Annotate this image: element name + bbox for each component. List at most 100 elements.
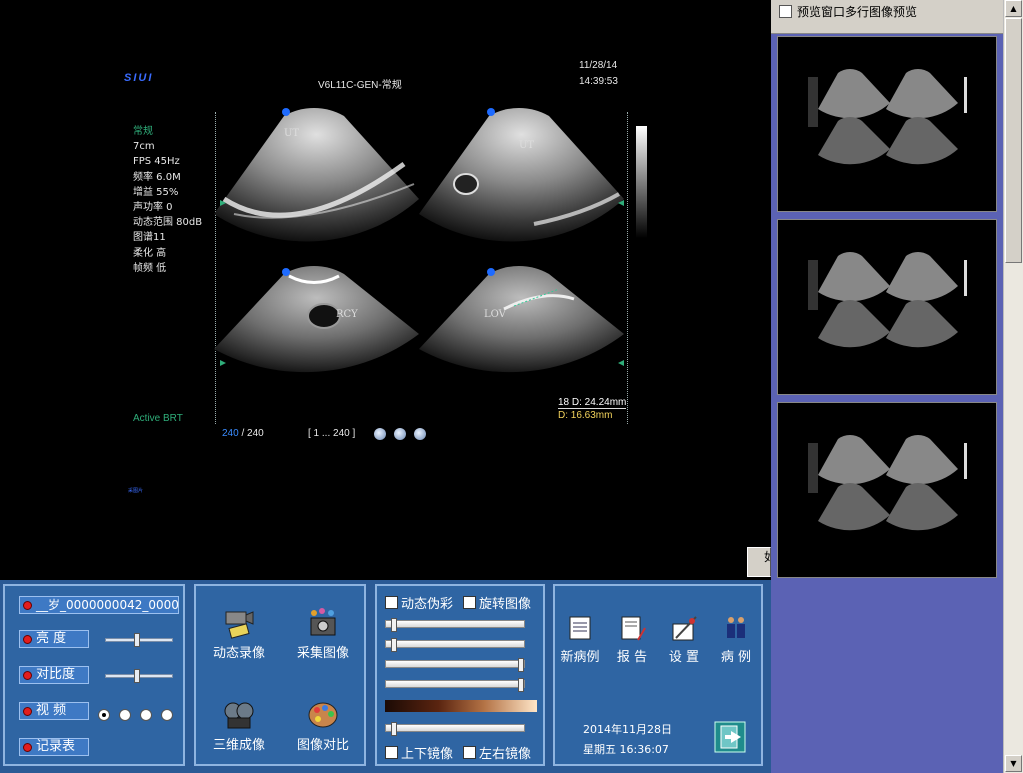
measurement-2: D: 16.63mm <box>558 410 613 421</box>
app-window: SIUI V6L11C-GEN-常规 11/28/14 14:39:53 常规 … <box>0 0 1023 773</box>
param-dynamic-range: 动态范围 80dB <box>133 217 203 229</box>
video-radio-3[interactable] <box>140 709 152 721</box>
menu-panel: 新病例 报 告 设 置 病 例 2014年11月28日 星期五 16:36:07 <box>553 584 763 766</box>
new-document-icon <box>569 616 591 640</box>
contrast-knob[interactable] <box>134 669 140 683</box>
probe-preset: V6L11C-GEN-常规 <box>318 80 402 91</box>
rotate-label: 旋转图像 <box>479 597 532 612</box>
compare-label: 图像对比 <box>296 738 349 753</box>
system-clock: 2014年11月28日 星期五 16:36:07 <box>583 720 672 760</box>
new-case-button[interactable]: 新病例 <box>555 614 605 665</box>
control-bar: __岁_0000000042_00000 亮 度 对比度 视 频 记录表 动态录… <box>0 580 771 773</box>
param-smoothing: 柔化 高 <box>133 247 167 259</box>
flip-vertical-checkbox[interactable] <box>385 746 398 759</box>
cine-prev-button[interactable] <box>374 428 386 440</box>
param-map: 图谱11 <box>133 232 166 244</box>
param-frame-rate: 帧频 低 <box>133 262 167 274</box>
capture-panel: 动态录像 采集图像 三维成像 图像对比 <box>194 584 366 766</box>
compare-button[interactable]: 图像对比 <box>288 698 358 753</box>
color-map-bar <box>385 700 537 712</box>
settings-icon <box>672 616 697 641</box>
palette-icon <box>308 702 338 728</box>
exit-button[interactable] <box>713 720 747 754</box>
cine-play-button[interactable] <box>394 428 406 440</box>
preview-scrollbar[interactable]: ▲ ▼ <box>1003 0 1023 773</box>
dynamic-pseudo-checkbox[interactable] <box>385 596 398 609</box>
three-d-button[interactable]: 三维成像 <box>204 698 274 753</box>
param-frequency: 频率 6.0M <box>133 171 181 183</box>
hidden-dialog-fragment[interactable]: 如 <box>747 547 771 577</box>
contrast-slider[interactable] <box>105 669 173 683</box>
exam-date: 11/28/14 <box>579 60 618 71</box>
adjust-slider-3[interactable] <box>385 658 525 672</box>
frame-counter: 240 / 240 <box>222 428 264 439</box>
preview-thumbnail[interactable] <box>777 36 997 212</box>
system-date: 2014年11月28日 <box>583 723 672 736</box>
patient-id-label: __岁_0000000042_00000 <box>36 598 179 612</box>
measurement-1: 18 D: 24.24mm <box>558 397 627 409</box>
scroll-thumb[interactable] <box>1005 18 1022 263</box>
ultrasound-quad-image: UT UT RCY LOV <box>214 107 624 373</box>
status-led-icon <box>23 635 32 644</box>
imaging-parameters: 常规 7cm FPS 45Hz 频率 6.0M 增益 55% 声功率 0 动态范… <box>133 124 202 276</box>
active-mode: Active BRT <box>133 413 183 424</box>
label-lov: LOV <box>484 309 507 320</box>
thumbnail-image <box>808 69 967 165</box>
flip-vertical-label: 上下镜像 <box>401 747 454 762</box>
label-ut-2: UT <box>519 140 534 151</box>
status-led-icon <box>23 671 32 680</box>
contrast-label: 对比度 <box>36 667 76 682</box>
video-label: 视 频 <box>36 703 67 718</box>
flip-horizontal-checkbox[interactable] <box>463 746 476 759</box>
contrast-button[interactable]: 对比度 <box>19 666 89 684</box>
param-fps: FPS 45Hz <box>133 156 180 168</box>
multirow-preview-label: 预览窗口多行图像预览 <box>797 5 918 19</box>
exit-door-icon <box>714 721 746 753</box>
adjust-slider-4[interactable] <box>385 678 525 692</box>
new-case-label: 新病例 <box>560 650 600 665</box>
ultrasound-display: SIUI V6L11C-GEN-常规 11/28/14 14:39:53 常规 … <box>0 0 771 580</box>
capture-image-button[interactable]: 采集图像 <box>288 606 358 661</box>
brightness-label: 亮 度 <box>36 631 67 646</box>
label-ut-1: UT <box>284 128 299 139</box>
adjust-slider-1[interactable] <box>385 618 525 632</box>
brightness-button[interactable]: 亮 度 <box>19 630 89 648</box>
brightness-slider[interactable] <box>105 633 173 647</box>
brand-logo: SIUI <box>124 72 154 84</box>
video-radio-2[interactable] <box>119 709 131 721</box>
rotate-checkbox[interactable] <box>463 596 476 609</box>
frame-range: [ 1 ... 240 ] <box>308 428 356 439</box>
sector-bottom-right <box>419 265 624 373</box>
preview-thumbnail[interactable] <box>777 402 997 578</box>
video-radio-1[interactable] <box>98 709 110 721</box>
brightness-knob[interactable] <box>134 633 140 647</box>
report-button[interactable]: 报 告 <box>607 614 657 665</box>
frame-total: / 240 <box>241 428 264 439</box>
report-label: 报 告 <box>616 650 648 665</box>
label-rcy: RCY <box>336 309 358 320</box>
video-button[interactable]: 视 频 <box>19 702 89 720</box>
patient-id-button[interactable]: __岁_0000000042_00000 <box>19 596 179 614</box>
scroll-up-icon[interactable]: ▲ <box>1005 0 1022 17</box>
camera-icon <box>310 608 336 636</box>
capture-image-label: 采集图像 <box>296 646 349 661</box>
system-time: 星期五 16:36:07 <box>583 743 669 756</box>
video-radio-4[interactable] <box>161 709 173 721</box>
param-preset: 常规 <box>133 126 153 137</box>
adjust-slider-5[interactable] <box>385 722 525 736</box>
dynamic-record-button[interactable]: 动态录像 <box>204 606 274 661</box>
preview-pane: 预览窗口多行图像预览 ▲ ▼ <box>771 0 1023 773</box>
film-reel-icon <box>224 702 254 729</box>
adjust-slider-2[interactable] <box>385 638 525 652</box>
people-icon <box>727 617 745 638</box>
cine-next-button[interactable] <box>414 428 426 440</box>
settings-button[interactable]: 设 置 <box>659 614 709 665</box>
record-sheet-button[interactable]: 记录表 <box>19 738 89 756</box>
preview-thumbnail[interactable] <box>777 219 997 395</box>
thumbnail-image <box>808 435 967 531</box>
flip-horizontal-label: 左右镜像 <box>479 747 532 762</box>
status-led-icon <box>23 707 32 716</box>
cases-button[interactable]: 病 例 <box>711 614 761 665</box>
scroll-down-icon[interactable]: ▼ <box>1005 755 1022 772</box>
multirow-preview-checkbox[interactable] <box>779 5 792 18</box>
